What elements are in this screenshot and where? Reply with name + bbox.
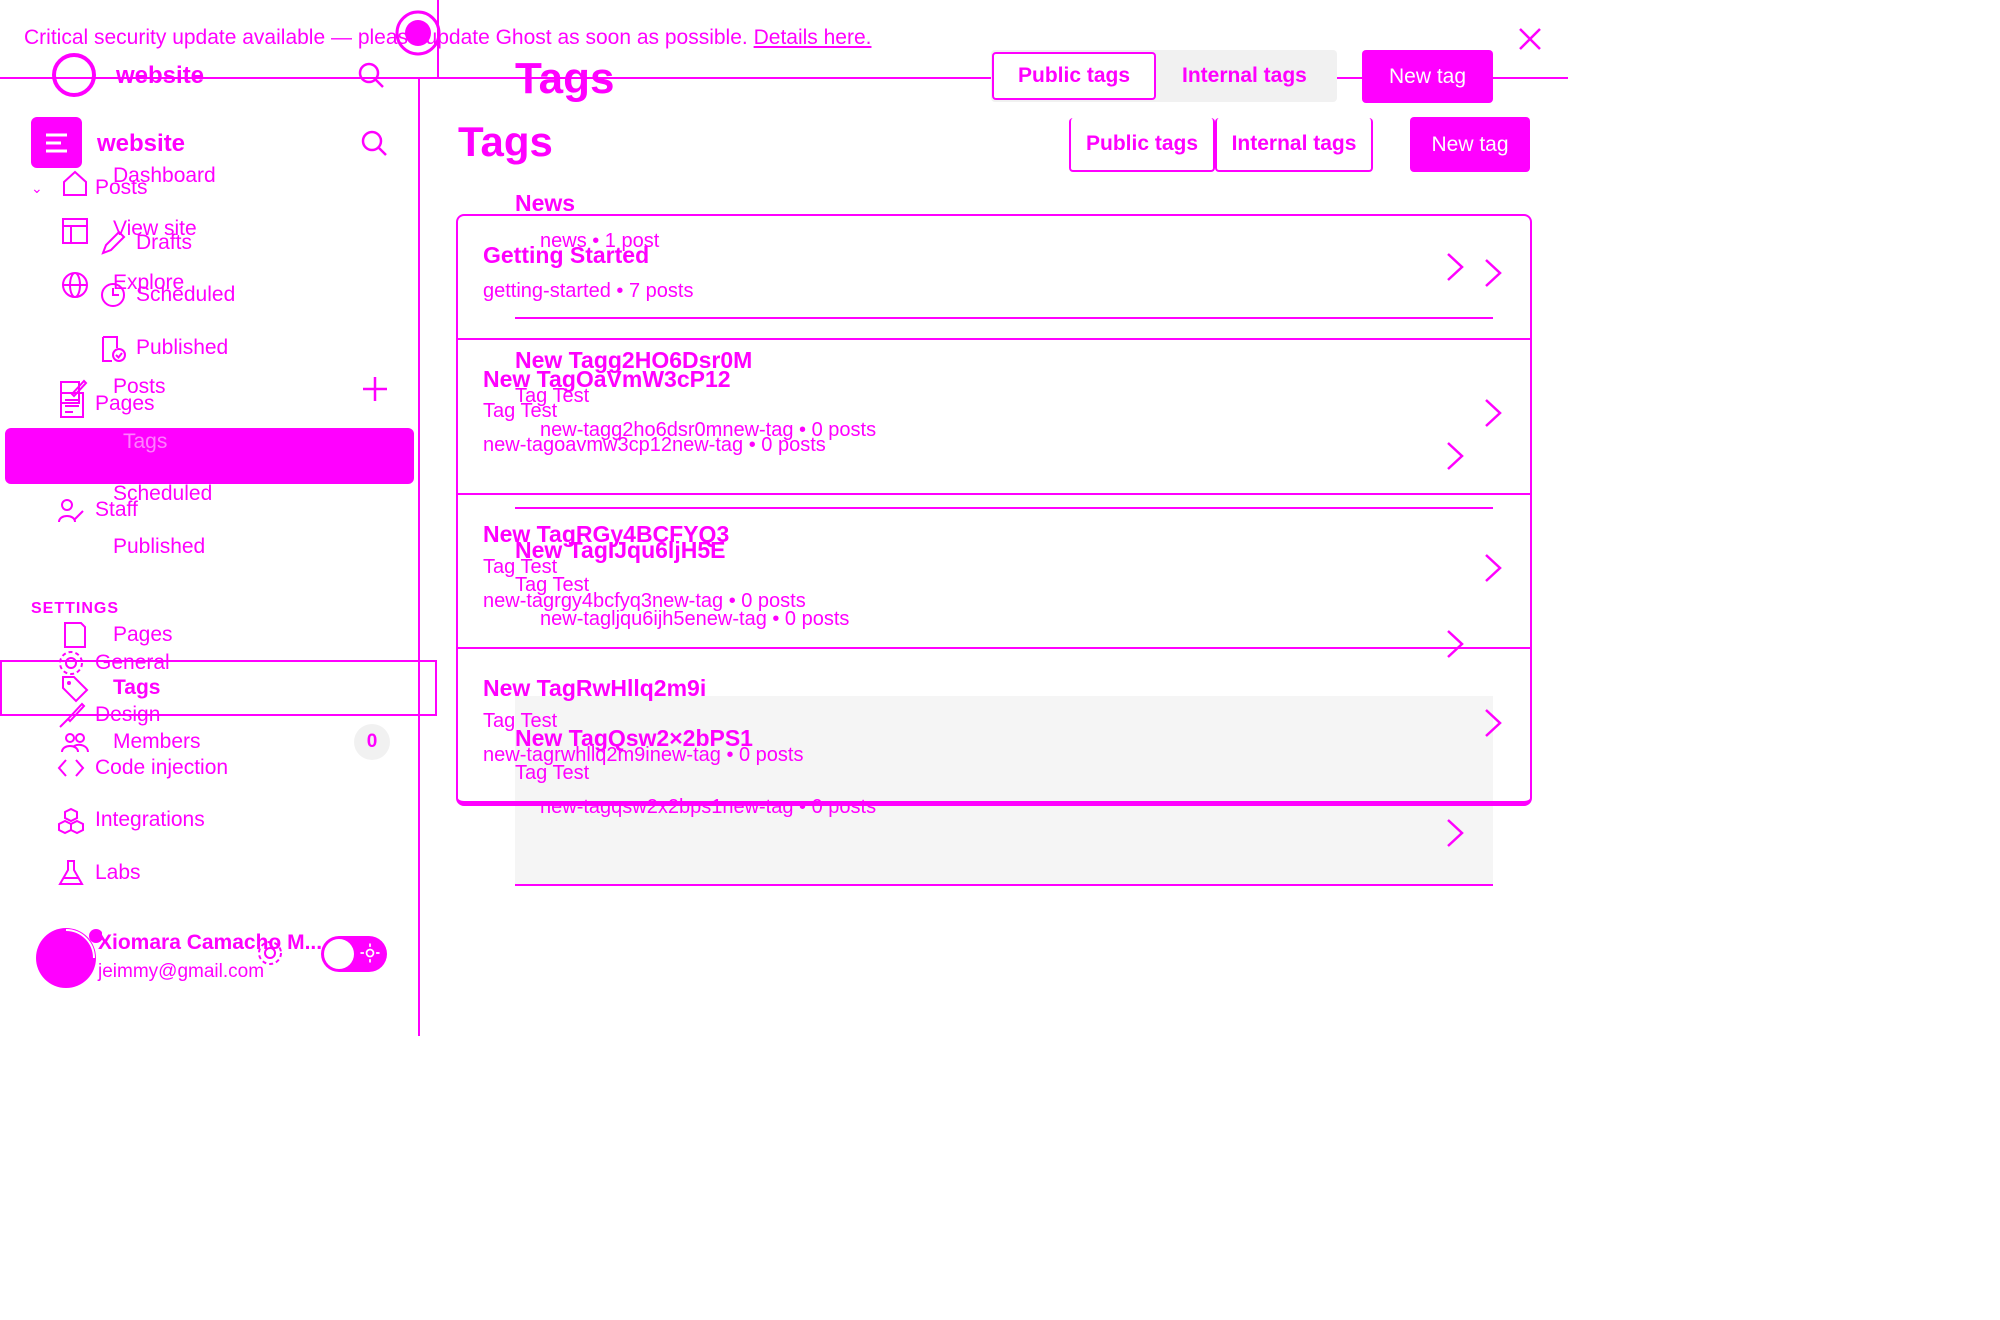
staff-icon (56, 496, 86, 526)
close-icon[interactable] (1515, 24, 1545, 54)
sidebar-posts-sub-published[interactable]: Published (113, 535, 205, 559)
ghost-page-title: Tags (515, 54, 615, 103)
sidebar-item-pages-2[interactable]: Pages (113, 623, 173, 647)
tag-row-2-meta: new-tagoavmw3cp12new-tag • 0 posts (483, 434, 826, 456)
row-divider (456, 647, 1532, 649)
flask-icon (56, 858, 86, 888)
sidebar-item-dashboard[interactable]: Dashboard (113, 164, 216, 188)
clock-icon (98, 280, 128, 310)
sidebar-item-staff[interactable]: Staff (95, 498, 138, 522)
ghost-divider (437, 0, 439, 78)
tag-row-4-name[interactable]: New TagRwHllq2m9i (483, 675, 706, 702)
ghost-new-tag-button[interactable]: New tag (1362, 50, 1493, 103)
avatar[interactable] (32, 926, 102, 988)
row-divider (456, 338, 1532, 340)
sidebar-item-tags-active[interactable]: Tags (5, 428, 414, 484)
posts-collapse-chevron-icon[interactable]: ⌄ (31, 180, 43, 197)
chevron-right-icon[interactable] (1482, 551, 1504, 585)
security-banner: Critical security update available — ple… (24, 26, 871, 50)
user-name: Xiomara Camacho M... (98, 931, 323, 954)
tag-row-4-desc: Tag Test (483, 710, 558, 732)
globe-icon (60, 270, 90, 300)
sidebar-item-published[interactable]: Published (136, 336, 228, 360)
chevron-right-icon[interactable] (1482, 396, 1504, 430)
sun-icon (360, 943, 380, 963)
sidebar-item-scheduled[interactable]: Scheduled (136, 283, 235, 307)
page-doc-icon (60, 620, 90, 650)
theme-toggle[interactable] (321, 936, 387, 972)
tab-internal[interactable]: Internal tags (1215, 118, 1373, 172)
ghost-logo-icon (51, 52, 97, 98)
ghost-tab-internal[interactable]: Internal tags (1182, 64, 1307, 88)
sidebar-item-pages[interactable]: Pages (95, 392, 155, 416)
brush-icon (56, 700, 86, 730)
members-count-badge: 0 (354, 724, 390, 760)
tag-row-1-meta: getting-started • 7 posts (483, 280, 694, 302)
tab-public[interactable]: Public tags (1069, 118, 1215, 172)
pencil-icon (98, 228, 128, 258)
settings-heading: SETTINGS (31, 600, 120, 617)
tag-row-4-meta: new-tagrwhllq2m9inew-tag • 0 posts (483, 744, 804, 766)
settings-gear-icon[interactable] (255, 938, 285, 968)
user-email: jeimmy@gmail.com (98, 961, 265, 982)
ghost-tab-public[interactable]: Public tags (992, 52, 1156, 100)
sidebar-item-integrations[interactable]: Integrations (95, 808, 205, 832)
ghost-row-1-name: News (515, 190, 576, 216)
tag-row-2-desc: Tag Test (483, 400, 558, 422)
sidebar-item-labs[interactable]: Labs (95, 861, 141, 885)
sidebar-search-icon[interactable] (359, 128, 389, 158)
ghost-search-icon[interactable] (356, 60, 386, 90)
integrations-icon (56, 806, 86, 836)
sidebar-divider (418, 78, 420, 1036)
chevron-right-icon[interactable] (1482, 706, 1504, 740)
tag-row-2-name[interactable]: New TagOaVmW3cP12 (483, 366, 731, 393)
sidebar-item-design[interactable]: Design (95, 703, 160, 727)
tag-row-3-meta: new-tagrgy4bcfyq3new-tag • 0 posts (483, 590, 806, 612)
sidebar-site-name: website (97, 130, 186, 157)
sidebar-item-tags-label: Tags (123, 430, 168, 453)
sidebar-item-members[interactable]: Members (113, 730, 201, 754)
add-post-icon[interactable] (360, 374, 390, 404)
sidebar-item-drafts[interactable]: Drafts (136, 231, 192, 255)
sidebar-item-tags-2[interactable]: Tags (113, 676, 160, 700)
chevron-right-icon[interactable] (1482, 256, 1504, 290)
banner-details-link[interactable]: Details here. (754, 26, 872, 49)
record-indicator-icon (394, 9, 442, 57)
tag-row-3-desc: Tag Test (483, 556, 558, 578)
row-divider (456, 493, 1532, 495)
sidebar-item-code-injection[interactable]: Code injection (95, 756, 228, 780)
pages-icon (58, 390, 88, 420)
banner-text: Critical security update available — ple… (24, 26, 748, 49)
chevron-right-icon[interactable] (1444, 816, 1466, 850)
tag-row-3-name[interactable]: New TagRGy4BCFYQ3 (483, 521, 729, 548)
site-icon (31, 117, 82, 168)
layout-icon (60, 216, 90, 246)
new-tag-button[interactable]: New tag (1410, 117, 1530, 172)
house-icon (60, 168, 90, 198)
code-icon (56, 753, 86, 783)
ghost-site-name: website (116, 62, 205, 89)
tag-row-1-name[interactable]: Getting Started (483, 242, 649, 269)
page-title: Tags (458, 118, 553, 165)
published-doc-icon (98, 334, 128, 364)
